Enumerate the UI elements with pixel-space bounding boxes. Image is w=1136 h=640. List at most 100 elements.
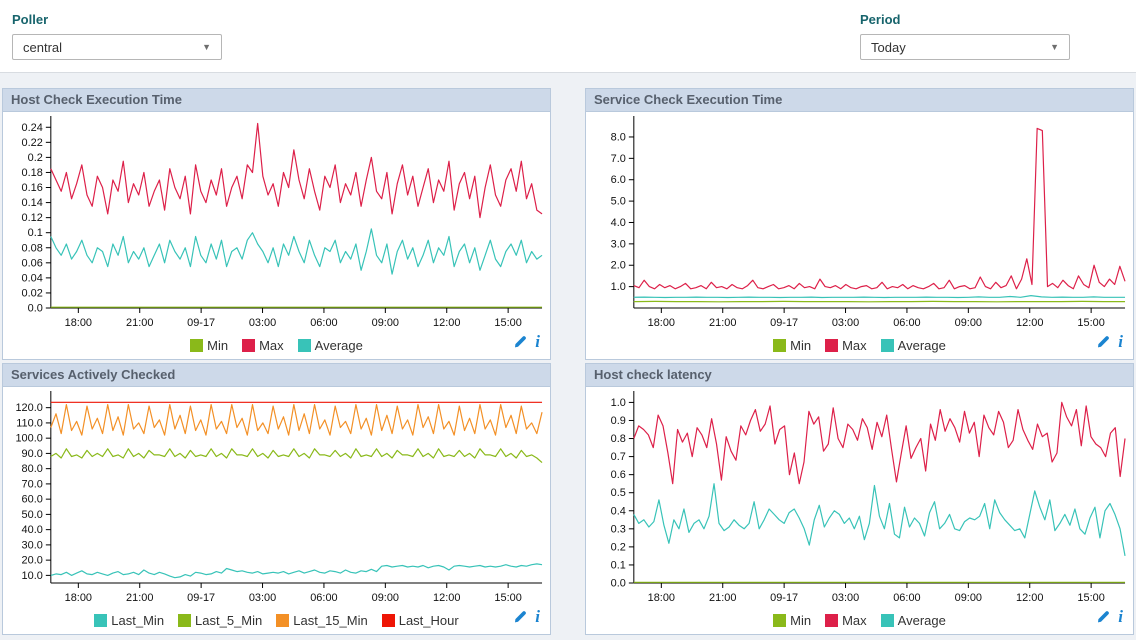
svg-text:0.3: 0.3 [611,523,626,535]
legend-label: Last_15_Min [293,613,367,628]
legend-item-min[interactable]: Min [773,338,811,353]
svg-text:8.0: 8.0 [611,131,626,143]
panel-icons: i [1096,610,1123,624]
svg-text:18:00: 18:00 [648,592,675,604]
svg-text:0.2: 0.2 [611,541,626,553]
svg-text:06:00: 06:00 [893,592,920,604]
legend-label: Last_Hour [399,613,459,628]
svg-text:100.0: 100.0 [15,433,42,445]
svg-text:09:00: 09:00 [955,317,982,329]
svg-text:6.0: 6.0 [611,174,626,186]
svg-text:0.08: 0.08 [22,242,43,254]
svg-text:5.0: 5.0 [611,196,626,208]
info-icon[interactable]: i [1118,335,1123,349]
svg-text:120.0: 120.0 [15,402,42,414]
edit-pencil-icon[interactable] [1096,610,1110,624]
legend-swatch [773,614,786,627]
panel-icons: i [513,610,540,624]
legend-item-max[interactable]: Max [825,613,867,628]
legend-item-last_hour[interactable]: Last_Hour [382,613,459,628]
svg-text:15:00: 15:00 [494,317,521,329]
edit-pencil-icon[interactable] [513,335,527,349]
legend-swatch [881,614,894,627]
legend-item-min[interactable]: Min [773,613,811,628]
filter-bar: Poller central ▼ Period Today ▼ [0,0,1136,73]
legend-item-average[interactable]: Average [881,338,946,353]
legend-swatch [276,614,289,627]
svg-text:0.04: 0.04 [22,272,43,284]
poller-label: Poller [12,12,222,27]
legend-items: Min Max Average [766,338,953,353]
period-select[interactable]: Today ▼ [860,34,1070,60]
svg-text:06:00: 06:00 [310,592,337,604]
svg-text:90.0: 90.0 [22,448,43,460]
legend-item-average[interactable]: Average [881,613,946,628]
legend-label: Last_5_Min [195,613,262,628]
svg-text:0.0: 0.0 [611,577,626,589]
legend-swatch [773,339,786,352]
chart-legend: Last_Min Last_5_Min Last_15_Min Last_Hour i [3,609,550,631]
svg-text:09:00: 09:00 [955,592,982,604]
legend-item-last_min[interactable]: Last_Min [94,613,164,628]
svg-text:0.18: 0.18 [22,167,43,179]
host-check-latency-chart[interactable]: 0.00.10.20.30.40.50.60.70.80.91.018:0021… [586,387,1133,611]
svg-text:1.0: 1.0 [611,281,626,293]
legend-item-average[interactable]: Average [298,338,363,353]
legend-swatch [881,339,894,352]
svg-text:4.0: 4.0 [611,217,626,229]
info-icon[interactable]: i [535,335,540,349]
poller-select[interactable]: central ▼ [12,34,222,60]
chevron-down-icon: ▼ [1050,42,1059,52]
legend-item-last_5_min[interactable]: Last_5_Min [178,613,262,628]
legend-label: Min [790,613,811,628]
services-actively-checked-chart[interactable]: 10.020.030.040.050.060.070.080.090.0100.… [3,387,550,611]
legend-swatch [825,339,838,352]
svg-text:7.0: 7.0 [611,153,626,165]
legend-label: Last_Min [111,613,164,628]
svg-text:21:00: 21:00 [709,592,736,604]
svg-text:09-17: 09-17 [770,317,798,329]
period-selected-value: Today [871,40,906,55]
edit-pencil-icon[interactable] [513,610,527,624]
period-filter: Period Today ▼ [860,12,1070,60]
svg-text:0.9: 0.9 [611,415,626,427]
legend-item-last_15_min[interactable]: Last_15_Min [276,613,367,628]
chart-title: Host Check Execution Time [3,89,550,112]
legend-swatch [298,339,311,352]
legend-label: Max [259,338,284,353]
legend-label: Min [207,338,228,353]
svg-text:21:00: 21:00 [709,317,736,329]
svg-text:12:00: 12:00 [1016,592,1043,604]
legend-item-max[interactable]: Max [242,338,284,353]
svg-text:06:00: 06:00 [310,317,337,329]
svg-text:18:00: 18:00 [648,317,675,329]
svg-text:40.0: 40.0 [22,524,43,536]
info-icon[interactable]: i [535,610,540,624]
host-check-execution-time-chart[interactable]: 0.00.020.040.060.080.10.120.140.160.180.… [3,112,550,336]
svg-text:0.8: 0.8 [611,433,626,445]
svg-text:0.02: 0.02 [22,287,43,299]
svg-text:15:00: 15:00 [1077,592,1104,604]
svg-text:03:00: 03:00 [249,592,276,604]
svg-text:18:00: 18:00 [65,317,92,329]
edit-pencil-icon[interactable] [1096,335,1110,349]
legend-label: Average [898,613,946,628]
legend-label: Min [790,338,811,353]
svg-text:70.0: 70.0 [22,478,43,490]
legend-item-min[interactable]: Min [190,338,228,353]
legend-swatch [178,614,191,627]
svg-text:0.24: 0.24 [22,122,43,134]
poller-filter: Poller central ▼ [12,12,222,60]
legend-swatch [825,614,838,627]
svg-text:0.5: 0.5 [611,487,626,499]
svg-text:10.0: 10.0 [22,570,43,582]
info-icon[interactable]: i [1118,610,1123,624]
chart-title: Service Check Execution Time [586,89,1133,112]
svg-text:0.6: 0.6 [611,469,626,481]
svg-text:0.0: 0.0 [28,302,43,314]
legend-label: Average [898,338,946,353]
chart-title: Services Actively Checked [3,364,550,387]
service-check-execution-time-chart[interactable]: 1.02.03.04.05.06.07.08.018:0021:0009-170… [586,112,1133,336]
svg-text:0.12: 0.12 [22,212,43,224]
legend-item-max[interactable]: Max [825,338,867,353]
